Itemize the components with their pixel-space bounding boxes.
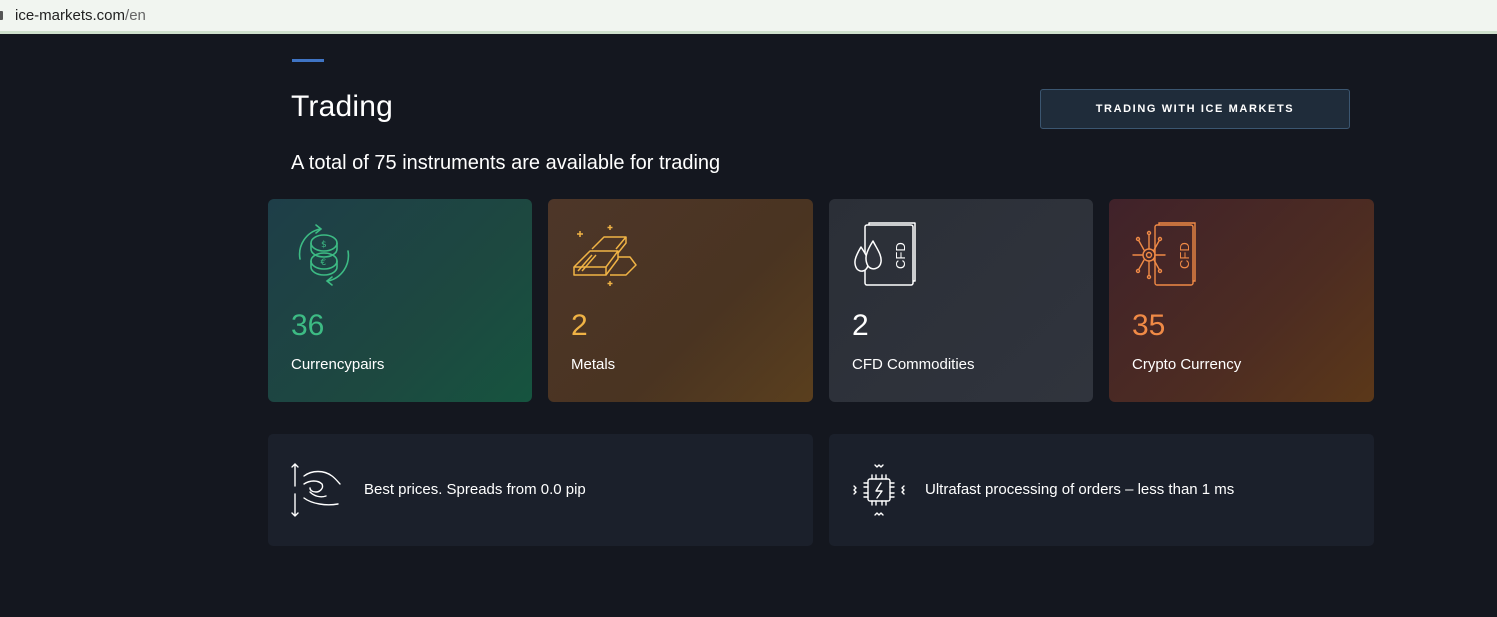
feature-ultrafast-processing: Ultrafast processing of orders – less th… <box>829 434 1374 546</box>
card-count: 36 <box>291 309 325 342</box>
feature-text: Ultrafast processing of orders – less th… <box>925 481 1235 498</box>
card-label: Crypto Currency <box>1132 356 1242 373</box>
card-metals[interactable]: 2 Metals <box>548 199 813 402</box>
card-crypto-currency[interactable]: CFD 35 Crypto Currency <box>1109 199 1374 402</box>
currency-exchange-icon: $ € <box>298 224 350 286</box>
card-label: Metals <box>571 356 616 373</box>
svg-text:$: $ <box>321 240 327 250</box>
feature-best-prices: Best prices. Spreads from 0.0 pip <box>268 434 813 546</box>
instruments-subtitle: A total of 75 instruments are available … <box>291 152 721 174</box>
svg-text:CFD: CFD <box>1177 242 1192 269</box>
lock-icon <box>0 11 3 20</box>
svg-text:CFD: CFD <box>893 242 908 269</box>
browser-address-bar[interactable]: ice-markets.com/en <box>0 0 1497 34</box>
cfd-commodities-icon: CFD <box>854 222 916 286</box>
feature-text: Best prices. Spreads from 0.0 pip <box>364 481 586 498</box>
card-label: Currencypairs <box>291 356 385 373</box>
card-count: 2 <box>852 309 869 342</box>
trading-with-ice-markets-button[interactable]: TRADING WITH ICE MARKETS <box>1040 89 1350 129</box>
page-title: Trading <box>291 90 394 123</box>
address-url[interactable]: ice-markets.com/en <box>15 7 146 24</box>
hand-spread-icon <box>291 463 341 517</box>
cfd-crypto-icon: CFD <box>1132 222 1196 286</box>
title-accent-line <box>292 59 324 62</box>
svg-text:€: € <box>321 258 327 268</box>
gold-bars-icon <box>573 225 637 286</box>
processor-icon <box>853 464 905 516</box>
card-cfd-commodities[interactable]: CFD 2 CFD Commodities <box>829 199 1093 402</box>
card-count: 35 <box>1132 309 1166 342</box>
card-label: CFD Commodities <box>852 356 975 373</box>
card-currencypairs[interactable]: $ € 36 Currencypairs <box>268 199 532 402</box>
card-count: 2 <box>571 309 588 342</box>
